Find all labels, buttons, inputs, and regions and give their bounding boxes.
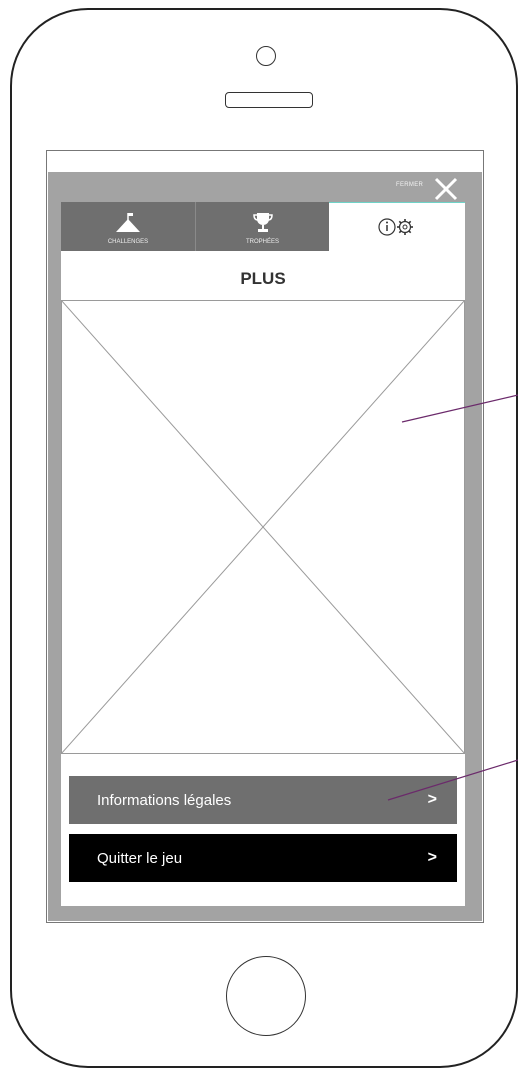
- chevron-right-icon: >: [427, 791, 437, 808]
- tab-label-trophees: TROPHÉES: [245, 239, 279, 245]
- legal-info-button[interactable]: Informations légales >: [69, 776, 457, 824]
- tab-plus[interactable]: [329, 202, 465, 251]
- page-title: PLUS: [240, 269, 286, 288]
- info-gear-icon: [378, 218, 413, 236]
- chevron-right-icon: >: [427, 849, 437, 866]
- speaker-grille: [225, 92, 313, 108]
- tab-challenges[interactable]: CHALLENGES: [61, 202, 195, 251]
- home-button[interactable]: [226, 956, 306, 1036]
- quit-game-label: Quitter le jeu: [97, 849, 183, 867]
- legal-info-label: Informations légales: [97, 791, 232, 809]
- camera-icon: [256, 46, 276, 66]
- quit-game-button[interactable]: Quitter le jeu >: [69, 834, 457, 882]
- tab-trophees[interactable]: TROPHÉES: [195, 202, 329, 251]
- tab-label-challenges: CHALLENGES: [107, 239, 149, 245]
- mountain-flag-icon: [116, 213, 140, 232]
- close-icon[interactable]: [432, 175, 460, 203]
- image-placeholder: [61, 300, 465, 754]
- trophy-icon: [252, 213, 273, 232]
- close-label[interactable]: FERMER: [396, 182, 423, 188]
